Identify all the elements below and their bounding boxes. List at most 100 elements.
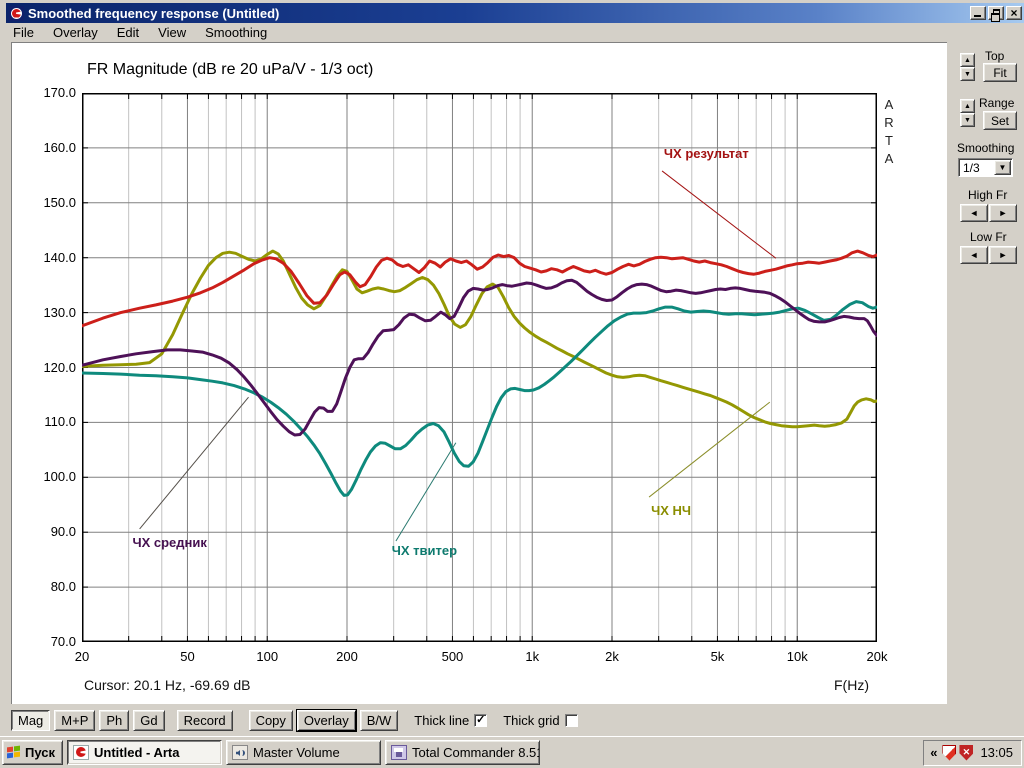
menu-item-view[interactable]: View — [152, 24, 192, 41]
y-tick-label: 110.0 — [44, 414, 76, 430]
top-down-spinner[interactable]: ▼ — [960, 67, 975, 81]
y-tick-label: 160.0 — [43, 139, 76, 155]
arta-window: Smoothed frequency response (Untitled) ×… — [0, 0, 1024, 736]
bw-button[interactable]: B/W — [359, 709, 399, 731]
copy-button[interactable]: Copy — [248, 709, 293, 731]
bottom-toolbar: Mag M+P Ph Gd Record Copy Overlay B/W Thick line… — [7, 705, 1023, 735]
y-tick-label: 150.0 — [43, 194, 76, 210]
system-tray: « ✕ 13:05 — [923, 739, 1022, 766]
windows-logo-icon — [7, 745, 21, 759]
arta-icon — [73, 745, 89, 760]
chart-canvas — [82, 93, 877, 642]
annotation-leader-line — [661, 170, 777, 259]
arta-watermark-letter: R — [884, 115, 894, 130]
curve-ЧХ НЧ — [82, 249, 877, 429]
taskbar: Пуск Untitled - Arta Master Volume Total C… — [0, 736, 1024, 768]
volume-icon — [232, 745, 248, 760]
thick-grid-label: Thick grid — [503, 712, 560, 728]
high-fr-right-button[interactable]: ► — [989, 204, 1017, 222]
record-button[interactable]: Record — [176, 709, 233, 731]
restore-button[interactable] — [988, 6, 1004, 22]
chart-client-area: FR Magnitude (dB re 20 uPa/V - 1/3 oct) … — [11, 42, 947, 704]
thick-line-label: Thick line — [414, 712, 470, 728]
thick-line-checkbox[interactable]: ✓ — [474, 713, 488, 727]
menu-bar: File Overlay Edit View Smoothing — [7, 24, 1023, 41]
arta-watermark-letter: A — [884, 151, 894, 166]
y-tick-label: 130.0 — [43, 304, 76, 320]
minimize-icon — [974, 15, 981, 17]
restore-icon — [991, 9, 1000, 22]
ph-button[interactable]: Ph — [99, 709, 130, 731]
smoothing-value: 1/3 — [963, 161, 980, 175]
curve-annotation: ЧХ твитер — [391, 543, 458, 559]
smoothing-label: Smoothing — [957, 141, 1015, 155]
low-fr-label: Low Fr — [970, 230, 1007, 244]
x-tick-label: 100 — [256, 649, 279, 664]
curve-ЧХ твитер — [82, 300, 877, 497]
high-fr-label: High Fr — [968, 188, 1008, 202]
tray-expand-icon[interactable]: « — [930, 745, 937, 760]
side-panel: Top ▲ ▼ Fit Range ▲ ▼ Set Smoothing 1/3 … — [947, 42, 1024, 704]
close-button[interactable]: × — [1006, 6, 1022, 20]
security-alert-icon[interactable]: ✕ — [959, 744, 974, 761]
x-tick-label: 20 — [74, 649, 90, 664]
fit-button[interactable]: Fit — [983, 63, 1017, 82]
clock: 13:05 — [980, 745, 1013, 760]
thick-grid-checkbox[interactable] — [564, 713, 578, 727]
top-up-spinner[interactable]: ▲ — [960, 53, 975, 67]
annotation-leader-line — [139, 396, 249, 530]
annotation-leader-line — [648, 401, 771, 498]
overlay-button[interactable]: Overlay — [295, 708, 357, 732]
x-tick-label: 200 — [336, 649, 358, 664]
chart-title: FR Magnitude (dB re 20 uPa/V - 1/3 oct) — [87, 61, 374, 78]
y-tick-label: 100.0 — [43, 469, 76, 485]
annotation-leader-line — [395, 442, 457, 542]
mag-button[interactable]: Mag — [11, 709, 51, 731]
task-button-arta[interactable]: Untitled - Arta — [67, 740, 222, 765]
start-button-label: Пуск — [25, 745, 55, 760]
task-button-tc[interactable]: Total Commander 8.51a ... — [385, 740, 540, 765]
menu-item-file[interactable]: File — [7, 24, 40, 41]
set-button[interactable]: Set — [983, 111, 1017, 130]
high-fr-left-button[interactable]: ◄ — [960, 204, 988, 222]
y-tick-label: 70.0 — [50, 634, 76, 649]
arta-watermark-letter: A — [884, 97, 894, 112]
security-shield-icon[interactable] — [942, 744, 957, 761]
curve-annotation: ЧХ результат — [663, 146, 749, 162]
range-label: Range — [979, 96, 1015, 110]
menu-item-smoothing[interactable]: Smoothing — [199, 24, 273, 41]
chevron-down-icon[interactable]: ▼ — [994, 160, 1011, 175]
cursor-readout: Cursor: 20.1 Hz, -69.69 dB — [84, 677, 251, 693]
tc-icon — [391, 745, 407, 760]
mp-button[interactable]: M+P — [54, 709, 96, 731]
y-tick-label: 170.0 — [43, 85, 76, 100]
low-fr-right-button[interactable]: ► — [989, 246, 1017, 264]
y-tick-label: 140.0 — [43, 249, 76, 265]
menu-item-overlay[interactable]: Overlay — [47, 24, 104, 41]
title-bar[interactable]: Smoothed frequency response (Untitled) × — [6, 3, 1024, 23]
app-icon — [9, 5, 24, 21]
minimize-button[interactable] — [970, 6, 986, 20]
gd-button[interactable]: Gd — [133, 709, 165, 731]
smoothing-combobox[interactable]: 1/3 ▼ — [958, 158, 1013, 177]
y-tick-label: 90.0 — [50, 524, 76, 540]
start-button[interactable]: Пуск — [2, 740, 63, 765]
window-title: Smoothed frequency response (Untitled) — [28, 5, 280, 21]
x-tick-label: 2k — [605, 649, 619, 664]
x-tick-label: 1k — [525, 649, 540, 664]
y-tick-label: 80.0 — [50, 579, 76, 595]
task-button-label: Untitled - Arta — [94, 745, 180, 760]
x-tick-label: 10k — [786, 649, 808, 664]
low-fr-left-button[interactable]: ◄ — [960, 246, 988, 264]
range-up-spinner[interactable]: ▲ — [960, 99, 975, 113]
curve-annotation: ЧХ НЧ — [651, 503, 692, 519]
menu-item-edit[interactable]: Edit — [111, 24, 145, 41]
top-label: Top — [985, 49, 1005, 63]
curve-annotation: ЧХ средник — [132, 534, 207, 550]
x-tick-label: 500 — [441, 649, 464, 664]
x-tick-label: 5k — [710, 649, 725, 664]
x-tick-label: 50 — [180, 649, 195, 664]
task-button-volume[interactable]: Master Volume — [226, 740, 381, 765]
range-down-spinner[interactable]: ▼ — [960, 113, 975, 127]
x-axis-unit-label: F(Hz) — [834, 677, 869, 693]
